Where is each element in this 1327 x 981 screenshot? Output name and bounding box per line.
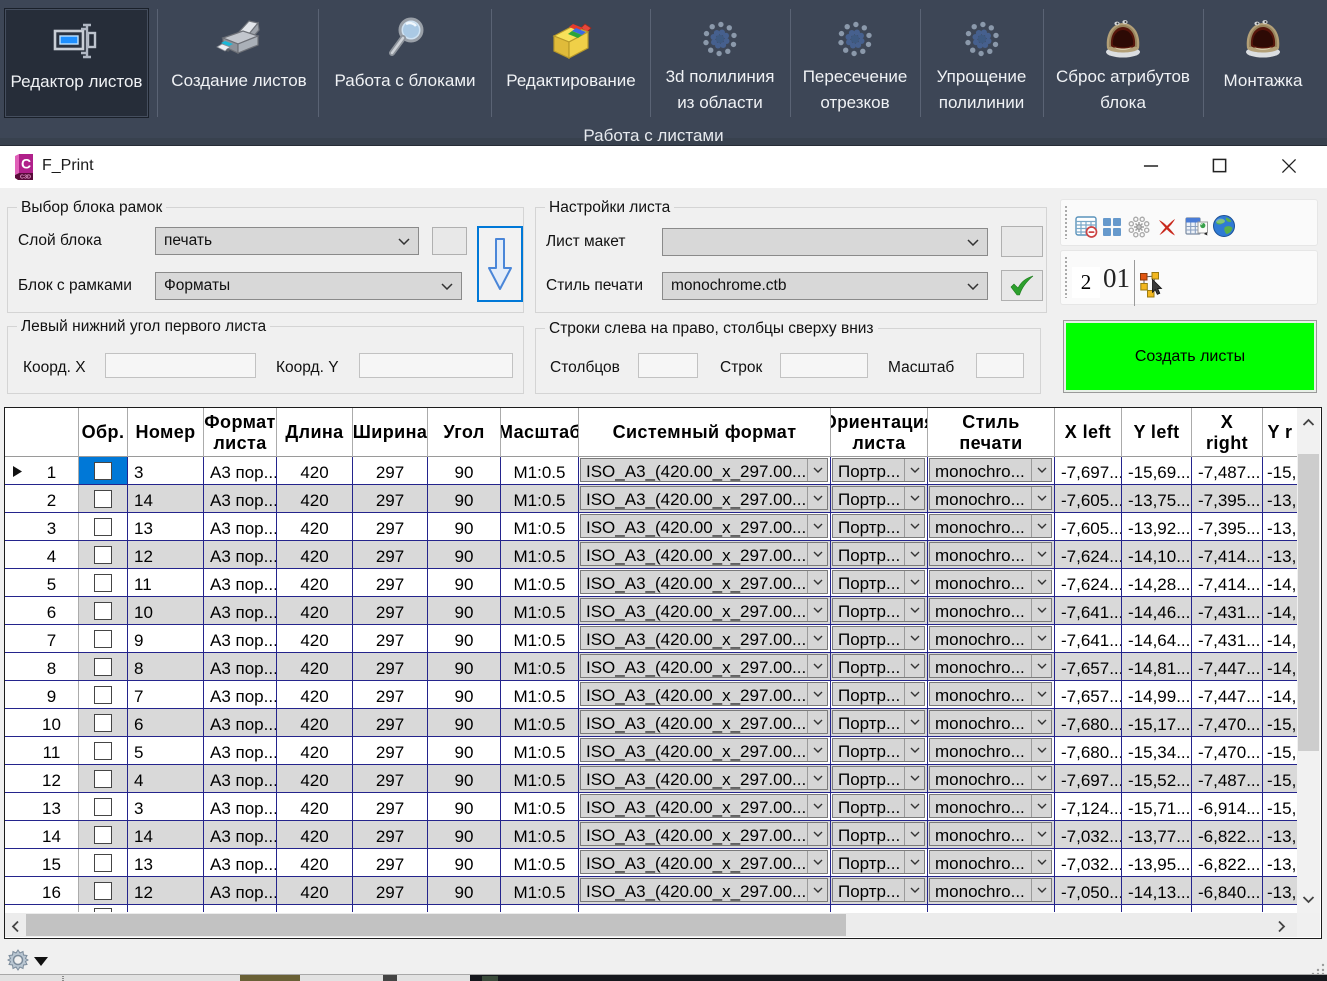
svg-text:C: C <box>21 156 31 172</box>
svg-text:C3D: C3D <box>20 175 31 180</box>
